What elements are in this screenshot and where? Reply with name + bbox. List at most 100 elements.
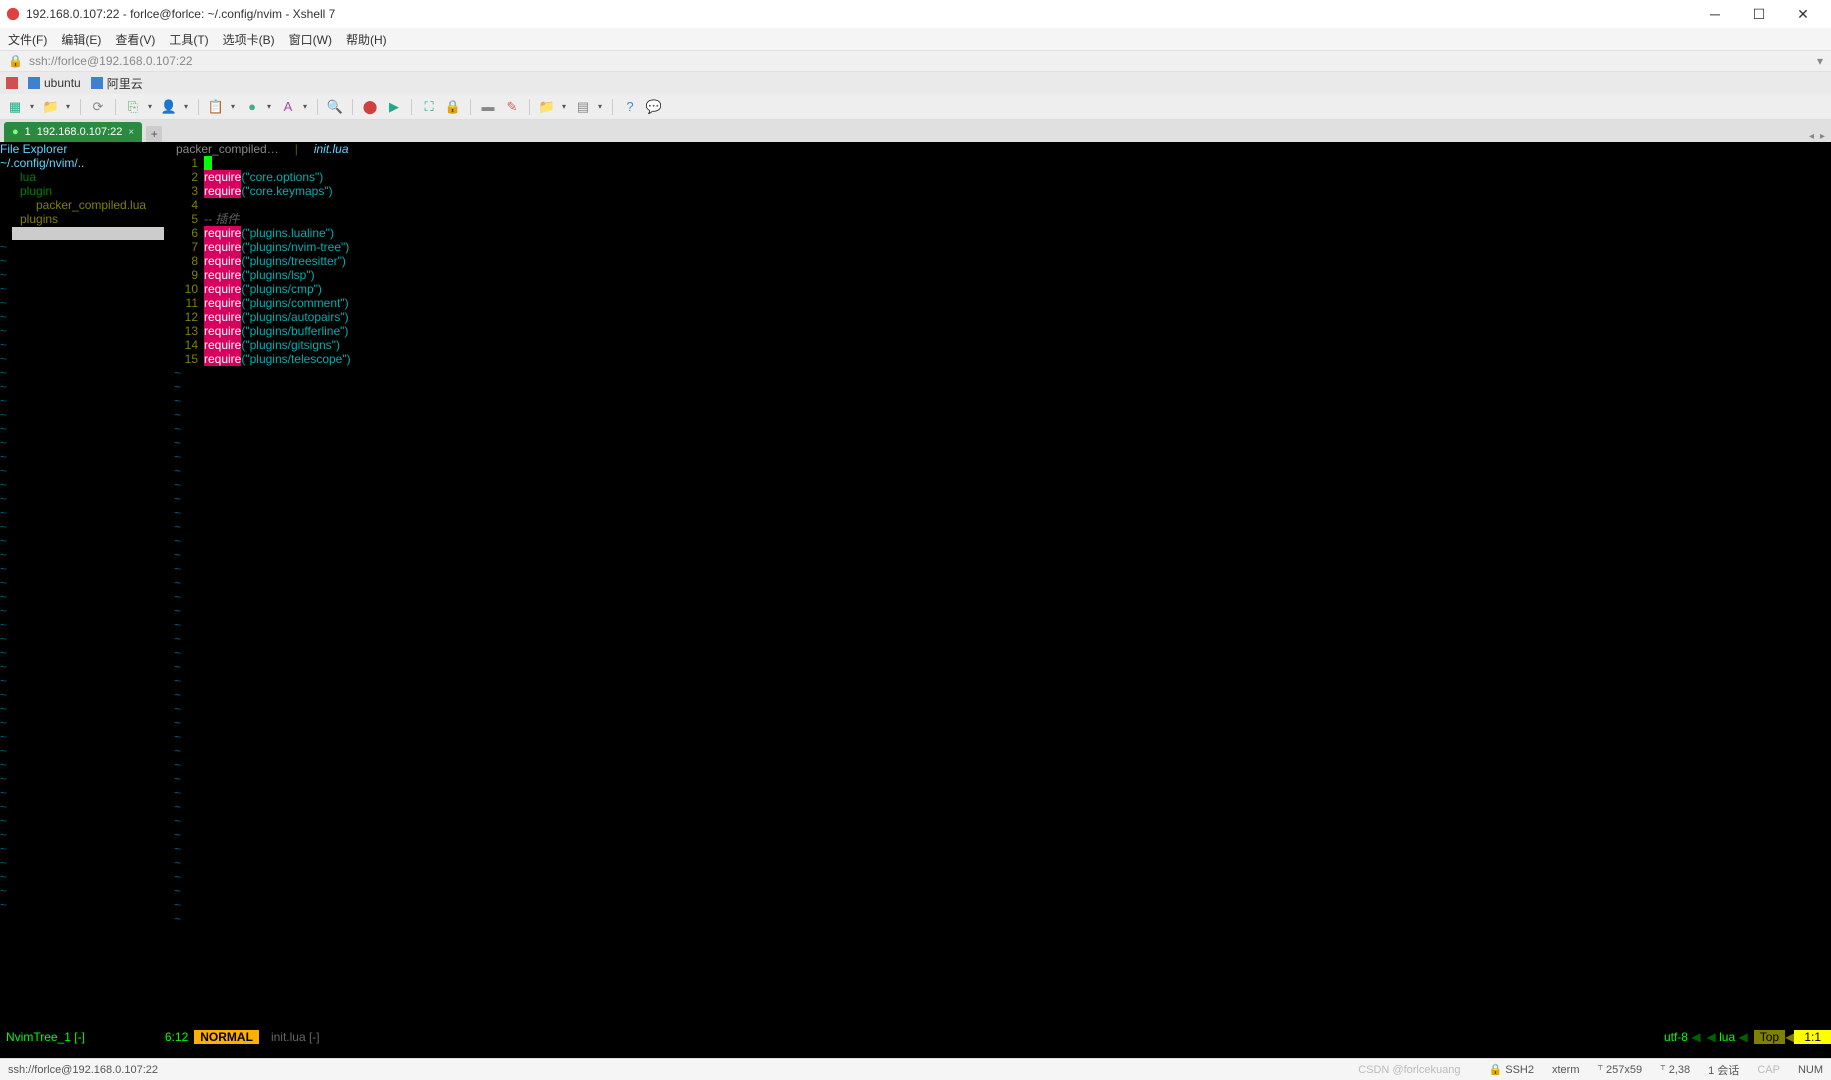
find-icon[interactable]: 🔍	[326, 98, 344, 116]
profile-icon[interactable]: 👤	[160, 98, 178, 116]
menu-file[interactable]: 文件(F)	[8, 31, 47, 48]
menu-view[interactable]: 查看(V)	[115, 31, 155, 48]
paste-dropdown[interactable]: ▾	[231, 102, 237, 111]
editor-tilde: ~	[168, 898, 1823, 912]
lock-session-icon[interactable]: 🔒	[444, 98, 462, 116]
tree-tilde: ~	[0, 352, 168, 366]
font-dropdown[interactable]: ▾	[303, 102, 309, 111]
editor-tilde: ~	[168, 660, 1823, 674]
tree-input[interactable]	[12, 227, 164, 240]
editor-tilde: ~	[168, 478, 1823, 492]
help-icon[interactable]: ?	[621, 98, 639, 116]
play-icon[interactable]: ▶	[385, 98, 403, 116]
editor[interactable]: packer_compiled… | init.lua 12require("c…	[168, 142, 1831, 1030]
tree-tilde: ~	[0, 730, 168, 744]
code-line: 9require("plugins/lsp")	[168, 268, 1823, 282]
close-button[interactable]: ✕	[1781, 0, 1825, 28]
toolbar: ▦▾ 📁▾ ⟳ ⎘▾ 👤▾ 📋▾ ●▾ A▾ 🔍 ⬤ ▶ ⛶ 🔒 ▬ ✎ 📁▾ …	[0, 94, 1831, 120]
buffer-tab-inactive[interactable]: packer_compiled…	[168, 142, 287, 156]
tabbar: ● 1 192.168.0.107:22 × + ◂ ▸	[0, 120, 1831, 142]
tab-prev-icon[interactable]: ◂	[1809, 131, 1814, 142]
tree-tilde: ~	[0, 674, 168, 688]
folder-icon[interactable]: 📁	[538, 98, 556, 116]
minimize-button[interactable]: ─	[1693, 0, 1737, 28]
code-area[interactable]: 12require("core.options")3require("core.…	[168, 156, 1831, 1030]
tree-tilde: ~	[0, 436, 168, 450]
editor-tilde: ~	[168, 716, 1823, 730]
reconnect-icon[interactable]: ⟳	[89, 98, 107, 116]
terminal[interactable]: File Explorer ~/.config/nvim/.. lua plug…	[0, 142, 1831, 1058]
tree-tilde: ~	[0, 618, 168, 632]
new-session-dropdown[interactable]: ▾	[30, 102, 36, 111]
tree-dir-lua[interactable]: lua	[0, 170, 168, 184]
editor-tilde: ~	[168, 772, 1823, 786]
session-tab[interactable]: ● 1 192.168.0.107:22 ×	[4, 122, 142, 142]
copy-icon[interactable]: ⎘	[124, 98, 142, 116]
bubble-icon[interactable]: 💬	[645, 98, 663, 116]
menu-edit[interactable]: 编辑(E)	[61, 31, 101, 48]
editor-tilde: ~	[168, 688, 1823, 702]
maximize-button[interactable]: ☐	[1737, 0, 1781, 28]
session-ubuntu[interactable]: ubuntu	[28, 76, 81, 90]
menu-tabs[interactable]: 选项卡(B)	[223, 31, 275, 48]
tree-tilde: ~	[0, 310, 168, 324]
tree-tilde: ~	[0, 548, 168, 562]
open-icon[interactable]: 📁	[42, 98, 60, 116]
address-dropdown[interactable]: ▾	[1817, 54, 1823, 68]
file-explorer[interactable]: File Explorer ~/.config/nvim/.. lua plug…	[0, 142, 168, 1030]
layout-dropdown[interactable]: ▾	[598, 102, 604, 111]
tab-close-icon[interactable]: ×	[128, 127, 134, 138]
tree-tilde: ~	[0, 478, 168, 492]
tree-dir-plugin[interactable]: plugin	[0, 184, 168, 198]
tree-tilde: ~	[0, 758, 168, 772]
buffer-tab-active[interactable]: init.lua	[306, 142, 357, 156]
bottombar: ssh://forlce@192.168.0.107:22 CSDN @forl…	[0, 1058, 1831, 1080]
stop-icon[interactable]: ⬤	[361, 98, 379, 116]
tree-tilde: ~	[0, 422, 168, 436]
folder-dropdown[interactable]: ▾	[562, 102, 568, 111]
address-input[interactable]: ssh://forlce@192.168.0.107:22	[29, 54, 1817, 68]
tree-tilde: ~	[0, 268, 168, 282]
tree-tilde: ~	[0, 870, 168, 884]
highlight-icon[interactable]: ▬	[479, 98, 497, 116]
tree-tilde: ~	[0, 464, 168, 478]
bottom-term: xterm	[1552, 1064, 1580, 1076]
new-session-icon[interactable]: ▦	[6, 98, 24, 116]
menu-tools[interactable]: 工具(T)	[169, 31, 208, 48]
code-line: 6require("plugins.lualine")	[168, 226, 1823, 240]
eyedrop-icon[interactable]: ✎	[503, 98, 521, 116]
command-line[interactable]	[0, 1044, 1831, 1058]
layout-icon[interactable]: ▤	[574, 98, 592, 116]
code-line: 10require("plugins/cmp")	[168, 282, 1823, 296]
font-icon[interactable]: A	[279, 98, 297, 116]
tree-tilde: ~	[0, 254, 168, 268]
editor-tilde: ~	[168, 562, 1823, 576]
editor-tilde: ~	[168, 422, 1823, 436]
add-tab-button[interactable]: +	[146, 126, 162, 142]
tree-tilde: ~	[0, 520, 168, 534]
globe-icon[interactable]: ●	[243, 98, 261, 116]
session-aliyun[interactable]: 阿里云	[91, 75, 143, 92]
fullscreen-icon[interactable]: ⛶	[420, 98, 438, 116]
menu-window[interactable]: 窗口(W)	[289, 31, 332, 48]
window-title: 192.168.0.107:22 - forlce@forlce: ~/.con…	[26, 7, 335, 21]
menu-help[interactable]: 帮助(H)	[346, 31, 387, 48]
open-dropdown[interactable]: ▾	[66, 102, 72, 111]
tab-next-icon[interactable]: ▸	[1820, 131, 1825, 142]
session-add[interactable]	[6, 77, 18, 89]
editor-tilde: ~	[168, 912, 1823, 926]
editor-tilde: ~	[168, 632, 1823, 646]
paste-icon[interactable]: 📋	[207, 98, 225, 116]
tree-dir-plugins[interactable]: plugins	[0, 212, 168, 226]
tree-tilde: ~	[0, 506, 168, 520]
profile-dropdown[interactable]: ▾	[184, 102, 190, 111]
editor-tilde: ~	[168, 464, 1823, 478]
code-line: 14require("plugins/gitsigns")	[168, 338, 1823, 352]
tree-tilde: ~	[0, 744, 168, 758]
tree-tilde: ~	[0, 898, 168, 912]
status-filetype: ◀ lua ◀	[1707, 1030, 1748, 1044]
tree-file-packer[interactable]: packer_compiled.lua	[0, 198, 168, 212]
globe-dropdown[interactable]: ▾	[267, 102, 273, 111]
copy-dropdown[interactable]: ▾	[148, 102, 154, 111]
tab-status-icon: ●	[12, 126, 19, 138]
